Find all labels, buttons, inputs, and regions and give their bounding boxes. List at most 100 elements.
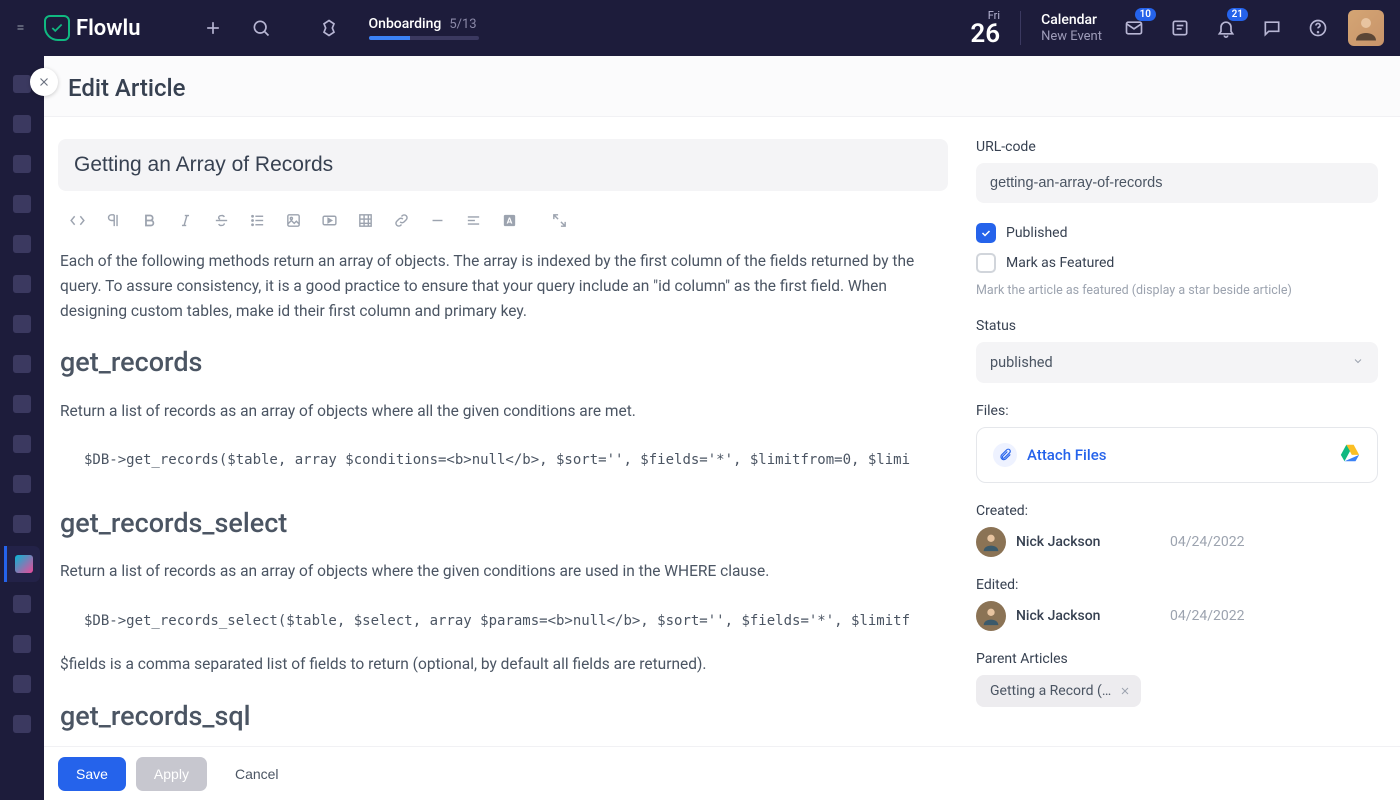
rail-item-active[interactable] <box>4 546 40 582</box>
align-icon[interactable] <box>458 205 488 235</box>
date-widget[interactable]: Fri 26 <box>970 10 1000 47</box>
edited-date: 04/24/2022 <box>1170 608 1245 624</box>
para-intro: Each of the following methods return an … <box>60 249 946 323</box>
divider <box>1020 11 1021 45</box>
h-get-records-sql: get_records_sql <box>60 695 946 738</box>
attach-files-button[interactable]: Attach Files <box>976 427 1378 483</box>
parent-articles-label: Parent Articles <box>976 651 1378 667</box>
main: Edit Article A <box>44 56 1400 800</box>
link-icon[interactable] <box>386 205 416 235</box>
status-label: Status <box>976 318 1378 334</box>
topbar: Flowlu Onboarding 5/13 Fri 26 Calendar N… <box>0 0 1400 56</box>
para-get-records: Return a list of records as an array of … <box>60 399 946 424</box>
user-avatar[interactable] <box>1348 10 1384 46</box>
rail-item-9[interactable] <box>4 386 40 422</box>
onboarding-title: Onboarding <box>369 16 442 32</box>
article-body[interactable]: Each of the following methods return an … <box>58 249 948 738</box>
created-date: 04/24/2022 <box>1170 534 1245 550</box>
bell-icon[interactable]: 21 <box>1210 12 1242 44</box>
onboarding-widget[interactable]: Onboarding 5/13 <box>369 16 479 40</box>
paragraph-icon[interactable] <box>98 205 128 235</box>
hr-icon[interactable] <box>422 205 452 235</box>
chat-icon[interactable] <box>1256 12 1288 44</box>
created-user[interactable]: Nick Jackson <box>1016 534 1136 550</box>
help-icon[interactable] <box>1302 12 1334 44</box>
font-color-icon[interactable]: A <box>494 205 524 235</box>
onboarding-count: 5/13 <box>449 17 476 32</box>
chevron-down-icon <box>1352 354 1364 371</box>
status-select[interactable]: published <box>976 342 1378 383</box>
h-get-records-select: get_records_select <box>60 502 946 545</box>
apply-button[interactable]: Apply <box>136 757 207 791</box>
bold-icon[interactable] <box>134 205 164 235</box>
created-avatar <box>976 527 1006 557</box>
rail-item-3[interactable] <box>4 146 40 182</box>
paperclip-icon <box>993 443 1017 467</box>
calendar-sub: New Event <box>1041 29 1102 45</box>
rail-item-2[interactable] <box>4 106 40 142</box>
chip-remove-icon[interactable] <box>1119 685 1131 697</box>
inbox-badge: 10 <box>1135 8 1156 21</box>
rail-item-4[interactable] <box>4 186 40 222</box>
page-header: Edit Article <box>44 56 1400 117</box>
featured-label: Mark as Featured <box>1006 255 1114 271</box>
image-icon[interactable] <box>278 205 308 235</box>
side-pane: URL-code Published Mark as Featured Mark… <box>976 117 1400 746</box>
pin-icon[interactable] <box>313 12 345 44</box>
calendar-widget[interactable]: Calendar New Event <box>1041 12 1102 44</box>
rail-item-8[interactable] <box>4 346 40 382</box>
italic-icon[interactable] <box>170 205 200 235</box>
rail-item-5[interactable] <box>4 226 40 262</box>
edited-user[interactable]: Nick Jackson <box>1016 608 1136 624</box>
attach-label: Attach Files <box>1027 446 1106 464</box>
cancel-button[interactable]: Cancel <box>217 757 297 791</box>
rail-item-6[interactable] <box>4 266 40 302</box>
inbox-icon[interactable]: 10 <box>1118 12 1150 44</box>
published-checkbox[interactable] <box>976 223 996 243</box>
featured-checkbox[interactable] <box>976 253 996 273</box>
table-icon[interactable] <box>350 205 380 235</box>
published-label: Published <box>1006 225 1067 241</box>
rail-item-7[interactable] <box>4 306 40 342</box>
save-button[interactable]: Save <box>58 757 126 791</box>
rail-item-14[interactable] <box>4 586 40 622</box>
rail-item-10[interactable] <box>4 426 40 462</box>
fullscreen-icon[interactable] <box>544 205 574 235</box>
rail-item-15[interactable] <box>4 626 40 662</box>
rail-item-12[interactable] <box>4 506 40 542</box>
edited-avatar <box>976 601 1006 631</box>
code-get-records-select: $DB->get_records_select($table, $select,… <box>60 602 946 652</box>
article-title-input[interactable] <box>58 139 948 191</box>
content: A Each of the following methods return a… <box>44 117 1400 746</box>
search-icon[interactable] <box>245 12 277 44</box>
notes-icon[interactable] <box>1164 12 1196 44</box>
add-icon[interactable] <box>197 12 229 44</box>
bell-badge: 21 <box>1227 8 1248 21</box>
parent-article-chip[interactable]: Getting a Record (… <box>976 675 1141 707</box>
rail-item-11[interactable] <box>4 466 40 502</box>
onboarding-progress-bar <box>369 36 479 40</box>
editor-pane: A Each of the following methods return a… <box>44 117 976 746</box>
parent-chip-text: Getting a Record (… <box>990 683 1111 699</box>
url-code-input[interactable] <box>976 163 1378 203</box>
para-get-records-select: Return a list of records as an array of … <box>60 559 946 584</box>
close-icon[interactable] <box>30 68 58 96</box>
google-drive-icon[interactable] <box>1339 442 1361 468</box>
brand-logo[interactable]: Flowlu <box>44 15 141 41</box>
h-get-records: get_records <box>60 341 946 384</box>
page-title: Edit Article <box>68 74 1376 102</box>
list-icon[interactable] <box>242 205 272 235</box>
code-view-icon[interactable] <box>62 205 92 235</box>
code-get-records: $DB->get_records($table, array $conditio… <box>60 441 946 491</box>
video-icon[interactable] <box>314 205 344 235</box>
strikethrough-icon[interactable] <box>206 205 236 235</box>
menu-toggle-icon[interactable] <box>16 19 28 38</box>
editor-toolbar: A <box>58 191 948 249</box>
rail-item-16[interactable] <box>4 666 40 702</box>
files-label: Files: <box>976 403 1378 419</box>
edited-label: Edited: <box>976 577 1378 593</box>
rail-item-17[interactable] <box>4 706 40 742</box>
status-value: published <box>990 354 1053 371</box>
para-fields-note: $fields is a comma separated list of fie… <box>60 652 946 677</box>
url-code-label: URL-code <box>976 139 1378 155</box>
